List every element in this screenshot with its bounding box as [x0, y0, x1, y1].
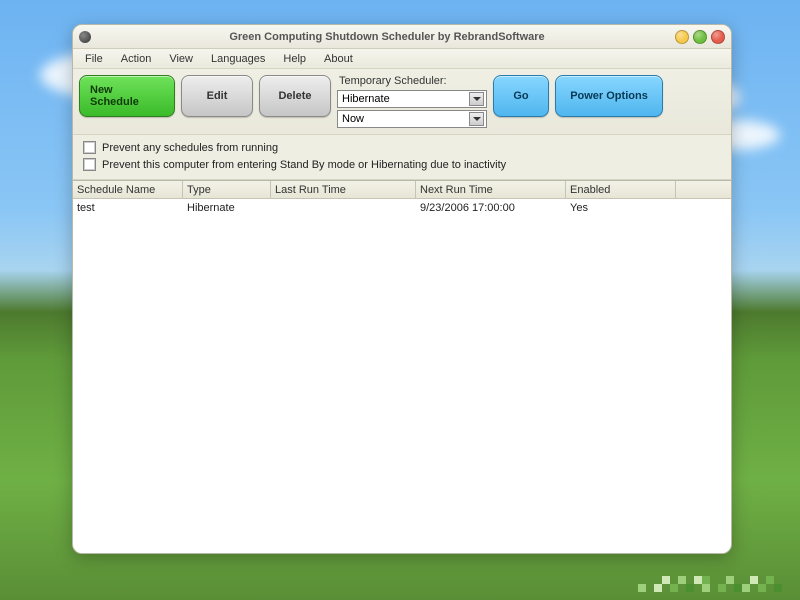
- prevent-standby-label: Prevent this computer from entering Stan…: [102, 159, 506, 171]
- options-panel: Prevent any schedules from running Preve…: [73, 135, 731, 180]
- titlebar[interactable]: Green Computing Shutdown Scheduler by Re…: [73, 25, 731, 49]
- prevent-schedules-label: Prevent any schedules from running: [102, 142, 278, 154]
- cell-type: Hibernate: [183, 202, 271, 214]
- new-schedule-button[interactable]: New Schedule: [79, 75, 175, 117]
- cell-enabled: Yes: [566, 202, 676, 214]
- app-window: Green Computing Shutdown Scheduler by Re…: [72, 24, 732, 554]
- cell-name: test: [73, 202, 183, 214]
- maximize-button[interactable]: [693, 30, 707, 44]
- action-select[interactable]: Hibernate: [337, 90, 487, 108]
- list-header: Schedule Name Type Last Run Time Next Ru…: [73, 181, 731, 199]
- edit-button[interactable]: Edit: [181, 75, 253, 117]
- close-button[interactable]: [711, 30, 725, 44]
- col-name[interactable]: Schedule Name: [73, 181, 183, 198]
- power-options-button[interactable]: Power Options: [555, 75, 663, 117]
- chevron-down-icon: [469, 92, 484, 106]
- menubar: File Action View Languages Help About: [73, 49, 731, 69]
- checkbox-icon[interactable]: [83, 158, 96, 171]
- minimize-button[interactable]: [675, 30, 689, 44]
- menu-help[interactable]: Help: [275, 51, 314, 67]
- toolbar: New Schedule Edit Delete Temporary Sched…: [73, 69, 731, 135]
- col-last[interactable]: Last Run Time: [271, 181, 416, 198]
- schedule-list: Schedule Name Type Last Run Time Next Ru…: [73, 180, 731, 553]
- checkbox-icon[interactable]: [83, 141, 96, 154]
- menu-file[interactable]: File: [77, 51, 111, 67]
- table-row[interactable]: test Hibernate 9/23/2006 17:00:00 Yes: [73, 199, 731, 217]
- chevron-down-icon: [469, 112, 484, 126]
- menu-languages[interactable]: Languages: [203, 51, 273, 67]
- go-button[interactable]: Go: [493, 75, 549, 117]
- prevent-schedules-row[interactable]: Prevent any schedules from running: [83, 139, 721, 156]
- menu-view[interactable]: View: [161, 51, 201, 67]
- action-select-value: Hibernate: [342, 93, 390, 105]
- prevent-standby-row[interactable]: Prevent this computer from entering Stan…: [83, 156, 721, 173]
- when-select[interactable]: Now: [337, 110, 487, 128]
- temporary-scheduler-label: Temporary Scheduler:: [337, 75, 487, 87]
- decoration-icon: [638, 576, 782, 592]
- delete-button[interactable]: Delete: [259, 75, 331, 117]
- col-enabled[interactable]: Enabled: [566, 181, 676, 198]
- app-icon: [79, 31, 91, 43]
- col-spacer: [676, 181, 731, 198]
- col-next[interactable]: Next Run Time: [416, 181, 566, 198]
- menu-about[interactable]: About: [316, 51, 361, 67]
- col-type[interactable]: Type: [183, 181, 271, 198]
- window-title: Green Computing Shutdown Scheduler by Re…: [99, 31, 675, 43]
- when-select-value: Now: [342, 113, 364, 125]
- menu-action[interactable]: Action: [113, 51, 160, 67]
- temporary-scheduler-group: Temporary Scheduler: Hibernate Now: [337, 75, 487, 130]
- cell-next: 9/23/2006 17:00:00: [416, 202, 566, 214]
